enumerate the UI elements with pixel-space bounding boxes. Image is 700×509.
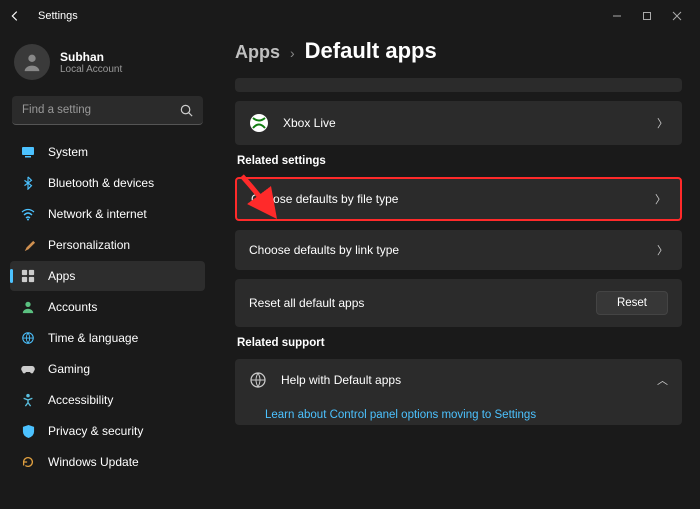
chevron-right-icon: 〉 — [655, 191, 666, 207]
row-title: Reset all default apps — [249, 296, 582, 310]
wifi-icon — [20, 206, 36, 222]
chevron-right-icon: 〉 — [657, 115, 668, 131]
breadcrumb-parent[interactable]: Apps — [235, 42, 280, 63]
sidebar-item-apps[interactable]: Apps — [10, 261, 205, 291]
learn-link[interactable]: Learn about Control panel options moving… — [235, 401, 682, 425]
accessibility-icon — [20, 392, 36, 408]
titlebar: Settings — [0, 0, 700, 32]
row-title: Choose defaults by file type — [251, 192, 641, 206]
help-default-apps[interactable]: Help with Default apps ︿ — [235, 359, 682, 401]
sidebar-item-label: Privacy & security — [48, 424, 143, 438]
sidebar-item-network[interactable]: Network & internet — [10, 199, 205, 229]
sidebar-item-label: Personalization — [48, 238, 130, 252]
monitor-icon — [20, 144, 36, 160]
back-button[interactable] — [8, 9, 22, 23]
section-heading: Related settings — [237, 155, 682, 167]
sidebar-item-label: Gaming — [48, 362, 90, 376]
search-icon — [179, 103, 194, 118]
globe-icon — [20, 330, 36, 346]
breadcrumb: Apps › Default apps — [235, 38, 682, 64]
sidebar-item-time[interactable]: Time & language — [10, 323, 205, 353]
sidebar-item-bluetooth[interactable]: Bluetooth & devices — [10, 168, 205, 198]
sidebar-item-gaming[interactable]: Gaming — [10, 354, 205, 384]
user-account-type: Local Account — [60, 64, 122, 75]
sidebar-item-label: Time & language — [48, 331, 138, 345]
content: Apps › Default apps Xbox Live 〉 Related … — [215, 32, 700, 509]
gamepad-icon — [20, 361, 36, 377]
update-icon — [20, 454, 36, 470]
reset-button[interactable]: Reset — [596, 291, 668, 315]
avatar — [14, 44, 50, 80]
sidebar-item-label: Accounts — [48, 300, 97, 314]
user-block[interactable]: Subhan Local Account — [10, 38, 205, 92]
sidebar-item-label: Apps — [48, 269, 75, 283]
globe-help-icon — [249, 371, 267, 389]
sidebar-item-accessibility[interactable]: Accessibility — [10, 385, 205, 415]
user-name: Subhan — [60, 50, 122, 64]
row-title: Choose defaults by link type — [249, 243, 643, 257]
sidebar-item-privacy[interactable]: Privacy & security — [10, 416, 205, 446]
section-heading: Related support — [237, 337, 682, 349]
chevron-right-icon: 〉 — [657, 242, 668, 258]
person-icon — [20, 299, 36, 315]
sidebar-item-accounts[interactable]: Accounts — [10, 292, 205, 322]
xbox-icon — [249, 113, 269, 133]
sidebar-item-label: Windows Update — [48, 455, 139, 469]
sidebar-item-label: Network & internet — [48, 207, 147, 221]
chevron-right-icon: › — [290, 45, 295, 61]
apps-icon — [20, 268, 36, 284]
sidebar: Subhan Local Account System Bluetooth & … — [0, 32, 215, 509]
brush-icon — [20, 237, 36, 253]
minimize-button[interactable] — [602, 2, 632, 30]
page-title: Default apps — [305, 38, 437, 64]
sidebar-item-label: Bluetooth & devices — [48, 176, 154, 190]
chevron-up-icon: ︿ — [657, 372, 668, 388]
card-truncated-top[interactable] — [235, 78, 682, 92]
sidebar-item-personalization[interactable]: Personalization — [10, 230, 205, 260]
close-button[interactable] — [662, 2, 692, 30]
sidebar-item-update[interactable]: Windows Update — [10, 447, 205, 477]
xbox-live-row[interactable]: Xbox Live 〉 — [235, 101, 682, 145]
choose-defaults-file-type[interactable]: Choose defaults by file type 〉 — [235, 177, 682, 221]
sidebar-item-system[interactable]: System — [10, 137, 205, 167]
reset-defaults-row: Reset all default apps Reset — [235, 279, 682, 327]
sidebar-item-label: Accessibility — [48, 393, 113, 407]
row-title: Help with Default apps — [281, 373, 643, 387]
maximize-button[interactable] — [632, 2, 662, 30]
bluetooth-icon — [20, 175, 36, 191]
sidebar-item-label: System — [48, 145, 88, 159]
window-title: Settings — [38, 10, 78, 22]
row-title: Xbox Live — [283, 116, 643, 130]
shield-icon — [20, 423, 36, 439]
search-input[interactable] — [12, 96, 203, 125]
choose-defaults-link-type[interactable]: Choose defaults by link type 〉 — [235, 230, 682, 270]
